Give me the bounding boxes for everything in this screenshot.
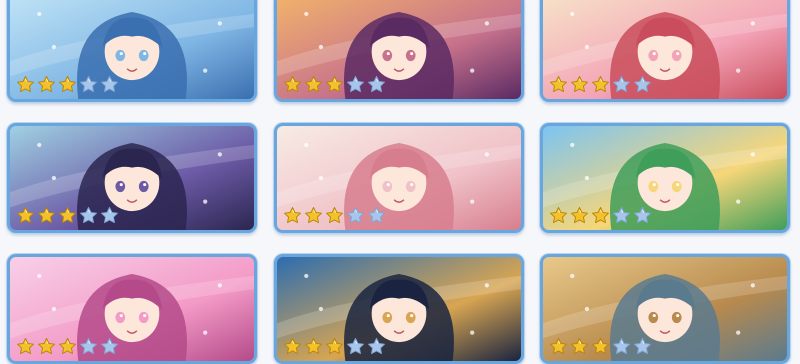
star-empty-icon	[633, 75, 652, 94]
character-card[interactable]	[540, 123, 790, 233]
star-empty-icon	[79, 337, 98, 356]
star-filled-icon	[304, 337, 323, 356]
star-empty-icon	[346, 206, 365, 225]
star-filled-icon	[16, 75, 35, 94]
star-empty-icon	[612, 206, 631, 225]
star-filled-icon	[549, 337, 568, 356]
star-filled-icon	[16, 337, 35, 356]
star-empty-icon	[79, 75, 98, 94]
star-filled-icon	[58, 75, 77, 94]
character-card[interactable]	[274, 254, 524, 364]
star-empty-icon	[612, 75, 631, 94]
star-rating	[283, 205, 386, 225]
star-empty-icon	[79, 206, 98, 225]
star-filled-icon	[570, 206, 589, 225]
star-empty-icon	[100, 206, 119, 225]
character-card-grid	[0, 0, 800, 364]
star-empty-icon	[367, 206, 386, 225]
star-rating	[16, 74, 119, 94]
star-empty-icon	[100, 337, 119, 356]
star-filled-icon	[591, 337, 610, 356]
star-filled-icon	[325, 206, 344, 225]
character-card[interactable]	[540, 254, 790, 364]
star-empty-icon	[612, 337, 631, 356]
character-card[interactable]	[540, 0, 790, 102]
star-filled-icon	[325, 337, 344, 356]
star-rating	[16, 205, 119, 225]
star-filled-icon	[37, 75, 56, 94]
star-filled-icon	[570, 75, 589, 94]
star-filled-icon	[549, 206, 568, 225]
star-empty-icon	[633, 206, 652, 225]
star-filled-icon	[58, 206, 77, 225]
star-filled-icon	[58, 337, 77, 356]
star-filled-icon	[549, 75, 568, 94]
star-filled-icon	[304, 75, 323, 94]
star-filled-icon	[283, 337, 302, 356]
star-filled-icon	[37, 337, 56, 356]
star-rating	[16, 336, 119, 356]
star-filled-icon	[325, 75, 344, 94]
star-rating	[549, 74, 652, 94]
star-filled-icon	[283, 206, 302, 225]
star-empty-icon	[367, 75, 386, 94]
character-card[interactable]	[274, 0, 524, 102]
character-card[interactable]	[7, 0, 257, 102]
star-rating	[283, 74, 386, 94]
star-filled-icon	[591, 75, 610, 94]
star-rating	[283, 336, 386, 356]
star-filled-icon	[16, 206, 35, 225]
character-card[interactable]	[7, 123, 257, 233]
star-empty-icon	[346, 337, 365, 356]
star-filled-icon	[570, 337, 589, 356]
star-empty-icon	[346, 75, 365, 94]
star-filled-icon	[591, 206, 610, 225]
character-card[interactable]	[7, 254, 257, 364]
star-filled-icon	[304, 206, 323, 225]
star-rating	[549, 336, 652, 356]
star-rating	[549, 205, 652, 225]
star-filled-icon	[283, 75, 302, 94]
star-empty-icon	[633, 337, 652, 356]
character-card[interactable]	[274, 123, 524, 233]
star-filled-icon	[37, 206, 56, 225]
star-empty-icon	[100, 75, 119, 94]
star-empty-icon	[367, 337, 386, 356]
